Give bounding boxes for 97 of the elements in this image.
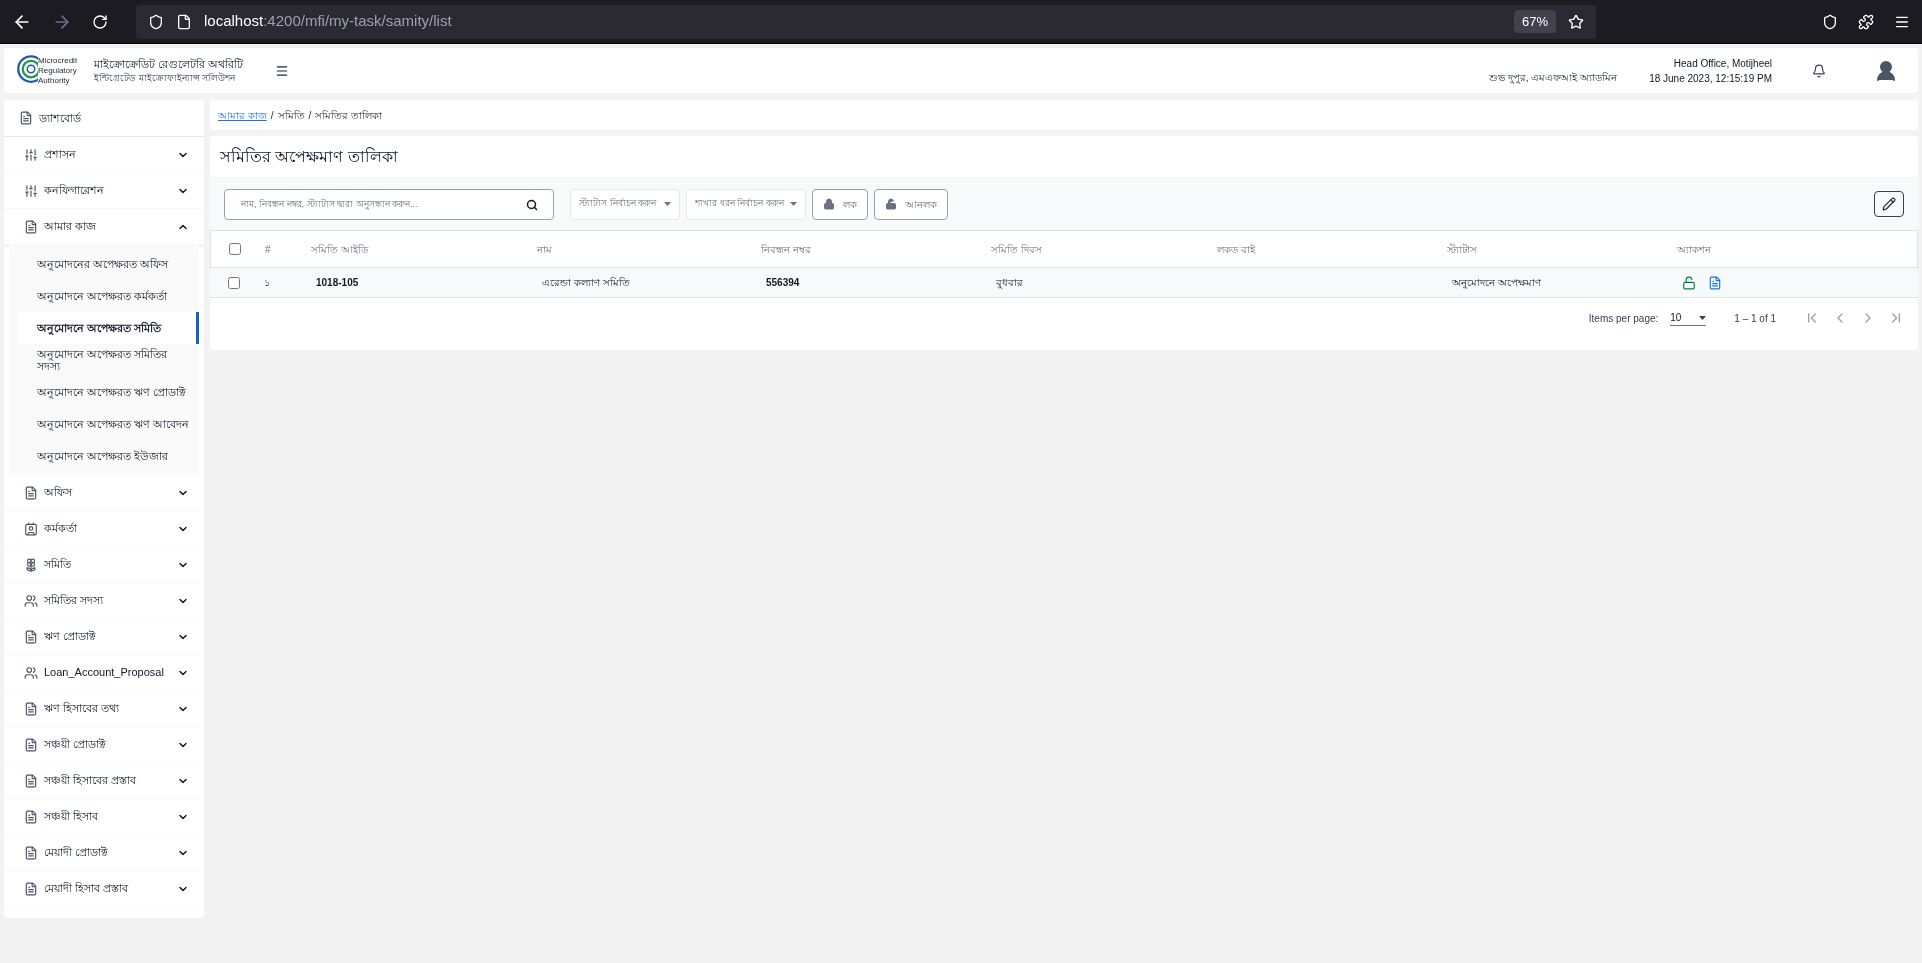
sliders-icon	[24, 147, 38, 162]
flower-icon	[24, 557, 38, 572]
page-icon	[176, 13, 192, 30]
unlock-icon[interactable]	[1682, 275, 1696, 290]
table-cell-text: ১	[263, 276, 270, 290]
column-header: অ্যাকশন	[1677, 242, 1711, 257]
submenu-item[interactable]: অনুমোদনে অপেক্ষরত ঋণ আবেদন	[9, 408, 199, 440]
submenu-item[interactable]: অনুমোদনে অপেক্ষরত সমিতি	[19, 312, 199, 344]
column-header: লকড বাই	[1217, 242, 1255, 257]
document-icon	[24, 737, 38, 752]
address-bar[interactable]: localhost:4200/mfi/my-task/samity/list 67%	[136, 4, 1596, 39]
select-all-checkbox[interactable]	[229, 243, 241, 255]
sidebar-group[interactable]: সঞ্চয়ী প্রোডাক্ট	[4, 727, 204, 763]
sidebar-group[interactable]: প্রশাসন	[4, 137, 204, 173]
breadcrumb-separator: /	[308, 108, 312, 123]
submenu-item[interactable]: অনুমোদনের অপেক্ষরত অফিস	[9, 248, 199, 280]
table-cell-text: বুধবার	[995, 276, 1023, 290]
page-size-select[interactable]: 10	[1670, 310, 1707, 326]
search-icon[interactable]	[526, 198, 538, 211]
users-icon	[24, 665, 38, 680]
table-cell-text: এরেন্ডা কল্যাণ সমিতি	[541, 276, 630, 290]
document-icon	[24, 845, 38, 860]
document-view-icon[interactable]	[1708, 275, 1722, 290]
app-subtitle: ইন্টিগ্রেটেড মাইক্রোফাইন্যান্স সলিউশন	[94, 72, 237, 85]
column-edit-button[interactable]	[1874, 191, 1904, 217]
logo-text: Authority	[38, 75, 71, 86]
sidebar-group[interactable]: সঞ্চয়ী হিসাব	[4, 799, 204, 835]
unlock-icon	[885, 198, 897, 210]
star-icon[interactable]	[1568, 13, 1584, 30]
zoom-badge[interactable]: 67%	[1513, 9, 1556, 34]
caret-icon	[664, 202, 671, 206]
status-select[interactable]: স্ট্যাটাস নির্বাচন করুন	[570, 188, 680, 220]
document-icon	[24, 881, 38, 896]
sidebar-group[interactable]: অফিস	[4, 475, 204, 511]
document-icon	[24, 701, 38, 716]
contact-icon	[24, 521, 38, 536]
breadcrumb-separator: /	[270, 108, 274, 123]
submenu-item[interactable]: অনুমোদনে অপেক্ষরত সমিতির সদস্য	[9, 344, 199, 376]
sidebar-group[interactable]: কনফিগারেশন	[4, 173, 204, 209]
document-icon	[24, 809, 38, 824]
breadcrumb-item: সমিতি	[277, 108, 305, 123]
reload-icon[interactable]	[92, 13, 108, 30]
avatar-icon[interactable]	[1874, 58, 1898, 83]
sliders-icon	[24, 183, 38, 198]
table-cell-text: অনুমোদনে অপেক্ষমাণ	[1451, 276, 1541, 290]
greeting-text: শুভ দুপুর, এমএফআই অ্যাডমিন	[1489, 71, 1618, 85]
submenu-item[interactable]: অনুমোদনে অপেক্ষরত ইউজার	[9, 440, 199, 472]
column-header: স্ট্যাটাস	[1447, 242, 1477, 257]
shield-icon	[148, 13, 164, 30]
column-header: সমিতি দিবস	[991, 242, 1042, 257]
lock-button[interactable]: লক	[812, 188, 868, 220]
sidebar-group[interactable]: সমিতি	[4, 547, 204, 583]
items-per-page-label: Items per page:	[1588, 311, 1659, 326]
caret-icon	[1699, 315, 1707, 320]
document-icon	[24, 629, 38, 644]
sidebar-group[interactable]: কর্মকর্তা	[4, 511, 204, 547]
range-label: 1 – 1 of 1	[1734, 311, 1776, 326]
office-name: Head Office, Motijheel	[1673, 56, 1772, 71]
sidebar-group[interactable]: সমিতির সদস্য	[4, 583, 204, 619]
sidebar-group[interactable]: মেয়াদী হিসাব প্রস্তাব	[4, 871, 204, 907]
table-cell-text: 1018-105	[315, 276, 359, 290]
menu-icon[interactable]	[275, 63, 290, 78]
sidebar-group[interactable]: মেয়াদী প্রোডাক্ট	[4, 835, 204, 871]
column-header: নাম	[537, 242, 552, 257]
url-text: localhost:4200/mfi/my-task/samity/list	[204, 11, 452, 32]
caret-icon	[790, 202, 797, 206]
document-icon	[24, 485, 38, 500]
users-icon	[24, 593, 38, 608]
bell-icon[interactable]	[1812, 63, 1826, 78]
branch-type-select[interactable]: শাখার ধরন নির্বাচন করুন	[686, 188, 806, 220]
column-header: সমিতি আইডি	[311, 242, 368, 257]
logo-text: Microcredit	[38, 55, 78, 66]
table-cell-text: 556394	[765, 276, 800, 290]
breadcrumb-item: সমিতির তালিকা	[315, 108, 383, 123]
logo-text: Regulatory	[38, 65, 78, 76]
sidebar-group[interactable]: সঞ্চয়ী হিসাবের প্রস্তাব	[4, 763, 204, 799]
document-icon	[19, 111, 33, 125]
submenu-item[interactable]: অনুমোদনে অপেক্ষরত ঋণ প্রোডাক্ট	[9, 376, 199, 408]
pencil-icon	[1882, 197, 1896, 211]
sidebar-item[interactable]: ড্যাশবোর্ড	[4, 100, 204, 137]
sidebar-group[interactable]: Loan_Account_Proposal	[4, 655, 204, 691]
document-icon	[24, 773, 38, 788]
date-time: 18 June 2023, 12:15:19 PM	[1649, 71, 1772, 86]
document-icon	[24, 219, 38, 234]
sidebar-group[interactable]: ঋণ হিসাবের তথ্য	[4, 691, 204, 727]
row-checkbox[interactable]	[228, 276, 240, 289]
sidebar-group[interactable]: ঋণ প্রোডাক্ট	[4, 619, 204, 655]
unlock-button[interactable]: আনলক	[874, 188, 948, 220]
breadcrumb-link[interactable]: আমার কাজ	[218, 107, 267, 123]
column-header: #	[264, 242, 271, 257]
lock-icon	[823, 198, 835, 210]
submenu-item[interactable]: অনুমোদনে অপেক্ষরত কর্মকর্তা	[9, 280, 199, 312]
column-header: নিবন্ধন নম্বর	[761, 242, 811, 257]
extensions-icon[interactable]	[1858, 13, 1874, 30]
search-field[interactable]: নাম, নিবন্ধন নম্বর, স্ট্যাটাস দ্বারা অনুসন্ধান করুন...	[224, 188, 554, 220]
page-title: সমিতির অপেক্ষমাণ তালিকা	[220, 146, 398, 167]
app-title: মাইক্রোক্রেডিট রেগুলেটরি অথরিটি	[94, 56, 244, 72]
